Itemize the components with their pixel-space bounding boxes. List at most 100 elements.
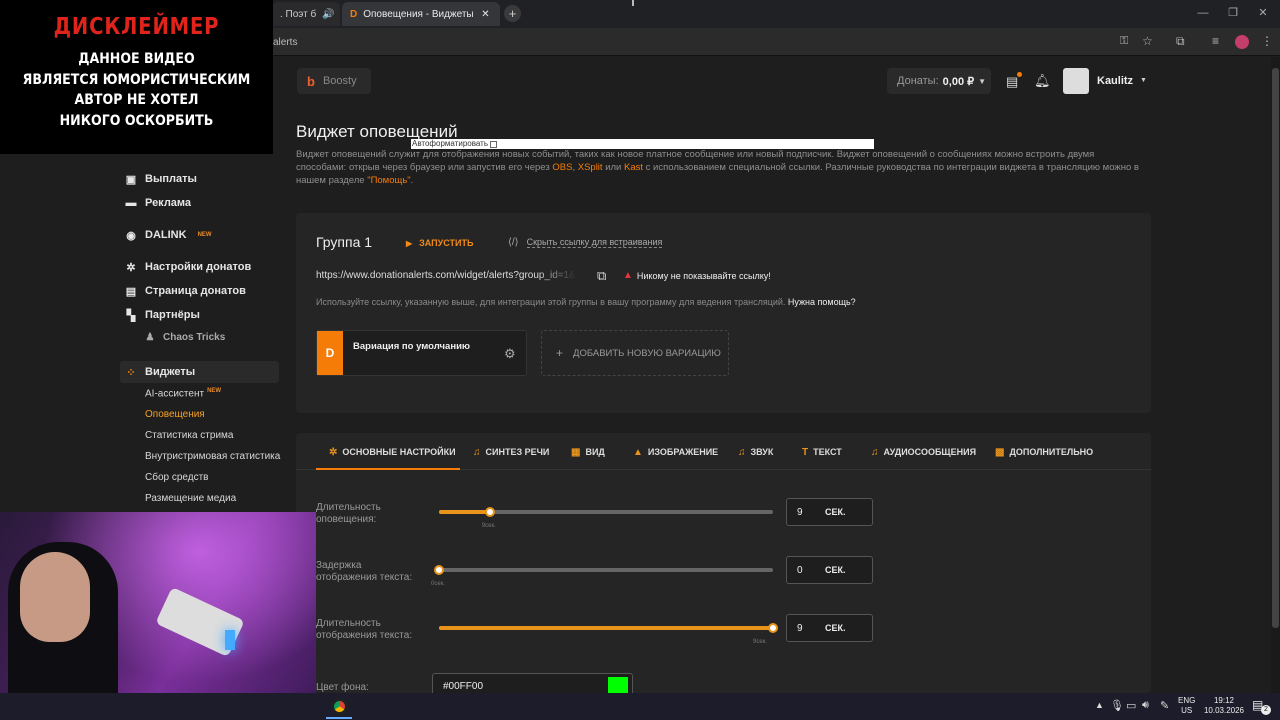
webcam-mic-light xyxy=(225,630,235,650)
profile-avatar[interactable] xyxy=(1235,35,1249,49)
input-value[interactable]: 0 xyxy=(787,565,825,576)
sidebar-sub-media[interactable]: Размещение медиа xyxy=(145,493,236,504)
sidebar-sub-alerts[interactable]: Оповещения xyxy=(145,409,205,420)
eye-off-icon: ⟨/⟩ xyxy=(508,237,519,248)
active-app-indicator xyxy=(326,717,352,719)
boosty-button[interactable]: b Boosty xyxy=(297,68,371,94)
close-icon[interactable]: ✕ xyxy=(481,9,489,20)
partners-icon: ▚ xyxy=(126,309,136,322)
more-menu-icon[interactable]: ⋮ xyxy=(1261,34,1273,48)
slider-knob[interactable] xyxy=(434,565,444,575)
tab-sound[interactable]: ♫ ЗВУК xyxy=(738,446,773,458)
sidebar-item-dalink[interactable]: ◉ DALINK NEW xyxy=(125,225,211,245)
browser-tab-active[interactable]: D Оповещения - Виджеты - Do ✕ xyxy=(342,2,500,26)
obs-link[interactable]: OBS xyxy=(552,162,572,173)
tab-title: Оповещения - Виджеты - Do xyxy=(363,8,475,20)
disclaimer-line: АВТОР НЕ ХОТЕЛ xyxy=(74,92,199,108)
launch-button[interactable]: ▶ ЗАПУСТИТЬ xyxy=(406,238,473,248)
widget-url[interactable]: https://www.donationalerts.com/widget/al… xyxy=(316,270,576,281)
chevron-down-icon[interactable]: ▼ xyxy=(1140,77,1147,84)
chrome-taskbar-icon[interactable] xyxy=(331,698,348,715)
bookmark-star-icon[interactable]: ☆ xyxy=(1142,34,1153,48)
sidebar-item-donation-settings[interactable]: ✲ Настройки донатов xyxy=(125,257,251,277)
sidebar-item-ads[interactable]: ▬ Реклама xyxy=(125,193,192,213)
media-control-icon[interactable]: ≡ xyxy=(1212,34,1219,48)
text-duration-input[interactable]: 9 СЕК. xyxy=(786,614,873,642)
slider-knob[interactable] xyxy=(484,507,495,517)
network-icon[interactable]: ▭ xyxy=(1126,699,1136,712)
lang-code: ENG xyxy=(1178,696,1196,705)
sidebar-item-widgets[interactable]: ⁘ Виджеты xyxy=(125,362,195,382)
slider-knob[interactable] xyxy=(768,623,778,633)
sidebar-item-label: Реклама xyxy=(145,197,192,209)
copy-icon[interactable]: ⧉ xyxy=(597,268,606,284)
donations-dropdown[interactable]: Донаты: 0,00 ₽ ▼ xyxy=(887,68,991,94)
slider-track[interactable] xyxy=(439,626,773,630)
need-help-link[interactable]: Нужна помощь? xyxy=(788,297,856,307)
help-link[interactable]: "Помощь" xyxy=(367,175,410,186)
sidebar-item-payouts[interactable]: ▣ Выплаты xyxy=(125,169,197,189)
close-window-icon[interactable]: ✕ xyxy=(1252,4,1274,22)
sidebar-sub-instream-stats[interactable]: Внутристримовая статистика xyxy=(145,451,280,462)
gear-icon[interactable]: ⚙ xyxy=(504,346,516,362)
avatar[interactable] xyxy=(1063,68,1089,94)
input-value[interactable]: 9 xyxy=(787,507,825,518)
pen-icon[interactable]: ✎ xyxy=(1160,699,1169,712)
tab-speech[interactable]: ♫ СИНТЕЗ РЕЧИ xyxy=(473,446,549,458)
text-icon: T xyxy=(802,446,809,458)
input-value[interactable]: 9 xyxy=(787,623,825,634)
scrollbar-thumb[interactable] xyxy=(1272,68,1279,628)
sidebar-sub-fundraising[interactable]: Сбор средств xyxy=(145,472,208,483)
variation-card[interactable]: D Вариация по умолчанию ⚙ xyxy=(316,330,527,376)
news-icon[interactable]: ▤ xyxy=(1006,74,1018,90)
address-text[interactable]: alerts xyxy=(273,37,297,48)
browser-tab[interactable]: . Поэт б 🔊 ✕ xyxy=(272,2,340,26)
maximize-icon[interactable]: ❐ xyxy=(1222,4,1244,22)
sidebar-item-donation-page[interactable]: ▤ Страница донатов xyxy=(125,281,246,301)
minimize-icon[interactable]: — xyxy=(1192,4,1214,22)
link-warning: ▲ Никому не показывайте ссылку! xyxy=(623,270,771,281)
speaker-icon[interactable]: 🔊 xyxy=(322,9,334,20)
sidebar-sub-stream-stats[interactable]: Статистика стрима xyxy=(145,430,233,441)
username[interactable]: Kaulitz xyxy=(1097,75,1133,87)
kast-link[interactable]: Kast xyxy=(624,162,643,173)
new-tab-button[interactable]: + xyxy=(504,5,521,22)
mouse-cursor xyxy=(632,0,634,6)
tab-view[interactable]: ▦ ВИД xyxy=(571,446,605,458)
chevron-up-icon[interactable]: ▲ xyxy=(1095,700,1104,710)
xsplit-link[interactable]: XSplit xyxy=(578,162,603,173)
tab-audio-messages[interactable]: ♫ АУДИОСООБЩЕНИЯ xyxy=(871,446,976,458)
widgets-icon: ⁘ xyxy=(126,366,136,379)
tab-label: ЗВУК xyxy=(750,447,774,457)
page-description: Виджет оповещений служит для отображения… xyxy=(296,148,1146,187)
sidebar-item-label: DALINK xyxy=(145,229,187,241)
tab-label: ТЕКСТ xyxy=(813,447,842,457)
sidebar-item-chaos-tricks[interactable]: ♟ Chaos Tricks xyxy=(145,327,226,347)
autoformat-checkbox[interactable] xyxy=(489,140,497,148)
tab-additional[interactable]: ▩ ДОПОЛНИТЕЛЬНО xyxy=(995,446,1093,458)
bg-color-value[interactable]: #00FF00 xyxy=(443,681,483,692)
clock[interactable]: 19:12 10.03.2026 xyxy=(1203,696,1245,716)
microphone-icon[interactable]: 🎙︎ xyxy=(1110,699,1124,712)
sidebar-item-partners[interactable]: ▚ Партнёры xyxy=(125,305,200,325)
slider-track[interactable] xyxy=(439,568,773,572)
hide-link-label: Скрыть ссылку для встраивания xyxy=(526,237,663,248)
sidebar-sub-ai[interactable]: AI-ассистент NEW xyxy=(145,388,221,399)
bg-color-input[interactable]: #00FF00 xyxy=(432,673,633,695)
color-swatch[interactable] xyxy=(608,677,628,693)
extensions-icon[interactable]: ⧉ xyxy=(1176,34,1185,49)
tab-basic-settings[interactable]: ✲ ОСНОВНЫЕ НАСТРОЙКИ xyxy=(329,446,456,458)
megaphone-icon: ▬ xyxy=(125,197,137,209)
webcam-face xyxy=(20,552,90,642)
bell-icon[interactable]: 🔔︎ xyxy=(1034,73,1051,89)
key-icon[interactable]: ⚿ xyxy=(1120,35,1128,48)
grid-icon: ▩ xyxy=(995,446,1005,458)
tab-image[interactable]: ▲ ИЗОБРАЖЕНИЕ xyxy=(633,446,718,458)
duration-input[interactable]: 9 СЕК. xyxy=(786,498,873,526)
tab-text[interactable]: T ТЕКСТ xyxy=(802,446,842,458)
language-indicator[interactable]: ENG US xyxy=(1178,696,1195,716)
add-variation-button[interactable]: + ДОБАВИТЬ НОВУЮ ВАРИАЦИЮ xyxy=(541,330,729,376)
volume-icon[interactable]: 🔊︎ xyxy=(1142,699,1149,712)
hide-link-button[interactable]: ⟨/⟩ Скрыть ссылку для встраивания xyxy=(508,237,663,248)
text-delay-input[interactable]: 0 СЕК. xyxy=(786,556,873,584)
